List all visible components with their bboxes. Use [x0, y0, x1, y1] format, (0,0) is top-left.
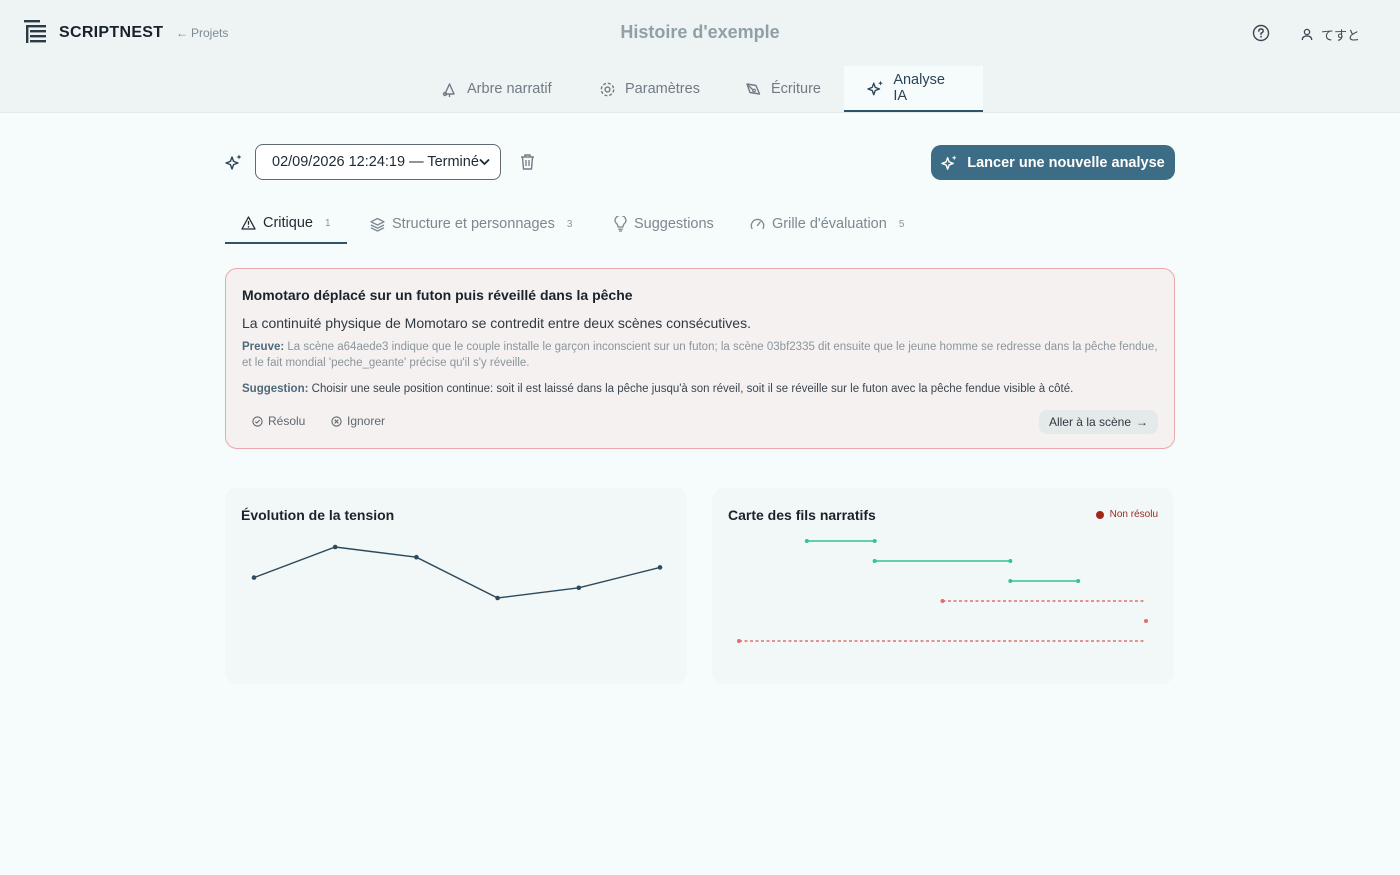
trash-icon[interactable] [519, 153, 536, 171]
subtab-count: 5 [898, 218, 905, 230]
ignore-label: Ignorer [347, 414, 386, 428]
tension-point [495, 595, 500, 601]
thread-point [1144, 619, 1148, 623]
go-to-scene-button[interactable]: Aller à la scène → [1039, 410, 1158, 434]
thread-end-point [872, 539, 877, 543]
tree-icon [442, 82, 455, 97]
user-icon [1301, 28, 1313, 41]
sparkle-icon [867, 80, 883, 96]
subtab-critique[interactable]: Critique 1 [225, 204, 347, 244]
proof-label: Preuve: [242, 341, 285, 353]
gauge-icon [750, 218, 765, 229]
run-new-analysis-button[interactable]: Lancer une nouvelle analyse [931, 145, 1175, 180]
thread-end-point [1008, 559, 1013, 563]
tension-line [253, 546, 661, 599]
thread-start-point [872, 559, 877, 563]
analysis-run-select[interactable]: 02/09/2026 12:24:19 — Terminé [255, 144, 501, 180]
tension-point [657, 565, 663, 570]
tab-label: Analyse IA [893, 72, 945, 104]
tension-chart [251, 544, 663, 601]
suggestion-label: Suggestion: [242, 383, 309, 395]
tension-point [251, 575, 257, 580]
tension-point [332, 544, 338, 550]
user-name: てすと [1321, 28, 1361, 43]
tension-point [576, 585, 582, 591]
proof-text: La scène a64aede3 indique que le couple … [242, 341, 1158, 369]
thread-start-point [1008, 579, 1013, 583]
subtab-suggestions[interactable]: Suggestions [598, 204, 730, 244]
subtab-label: Structure et personnages [392, 216, 555, 232]
tab-arbre-narratif[interactable]: Arbre narratif [418, 66, 575, 112]
chevron-down-icon [479, 158, 490, 166]
sparkle-icon [941, 155, 957, 170]
user-menu-button[interactable]: てすと [1301, 25, 1360, 44]
tab-label: Paramètres [625, 81, 700, 97]
lightbulb-icon [614, 216, 627, 232]
thread-start-point [737, 639, 741, 643]
thread-end-point [1076, 579, 1081, 583]
help-icon[interactable] [1252, 24, 1270, 42]
warning-icon [241, 216, 256, 230]
tab-parametres[interactable]: Paramètres [576, 66, 723, 112]
tab-analyse-ia[interactable]: Analyse IA [844, 66, 983, 112]
run-button-label: Lancer une nouvelle analyse [967, 154, 1165, 171]
tab-ecriture[interactable]: Écriture [722, 66, 844, 112]
goto-label: Aller à la scène [1048, 415, 1132, 429]
threads-chart [737, 539, 1148, 643]
subtab-label: Suggestions [634, 216, 714, 232]
page-title: Histoire d'exemple [620, 22, 780, 42]
pen-icon [746, 82, 761, 95]
resolve-button[interactable]: Résolu [252, 414, 305, 428]
issue-title: Momotaro déplacé sur un futon puis révei… [242, 287, 633, 303]
subtab-label: Critique [263, 215, 313, 231]
gear-icon [600, 82, 615, 96]
check-circle-icon [252, 415, 263, 427]
layers-icon [370, 217, 385, 232]
subtab-count: 3 [566, 218, 573, 230]
main-tab-bar: Arbre narratif Paramètres Écriture Analy… [0, 66, 1400, 113]
subtab-structure-personnages[interactable]: Structure et personnages 3 [354, 204, 588, 244]
arrow-right-icon: → [1136, 415, 1149, 429]
tension-chart-panel: Évolution de la tension [225, 488, 687, 684]
tension-point [414, 554, 419, 560]
thread-start-point [940, 599, 945, 603]
issue-card: Momotaro déplacé sur un futon puis révei… [225, 268, 1175, 449]
subtab-label: Grille d'évaluation [772, 216, 887, 232]
subtab-grille-evaluation[interactable]: Grille d'évaluation 5 [734, 204, 920, 244]
issue-proof: Preuve: La scène a64aede3 indique que le… [242, 340, 1162, 371]
sparkle-icon [225, 154, 242, 170]
issue-suggestion: Suggestion: Choisir une seule position c… [242, 383, 1162, 395]
top-bar: SCRIPTNEST ← Projets Histoire d'exemple … [0, 0, 1400, 66]
thread-start-point [804, 539, 809, 543]
selected-run-value: 02/09/2026 12:24:19 — Terminé [272, 154, 479, 170]
ignore-button[interactable]: Ignorer [331, 414, 385, 428]
subtab-count: 1 [324, 217, 331, 229]
resolve-label: Résolu [268, 414, 306, 428]
x-circle-icon [331, 415, 342, 427]
tab-label: Arbre narratif [467, 81, 552, 97]
issue-description: La continuité physique de Momotaro se co… [242, 315, 751, 331]
tab-label: Écriture [771, 81, 821, 97]
suggestion-text: Choisir une seule position continue: soi… [311, 383, 1074, 395]
threads-chart-panel: Carte des fils narratifs Non résolu [712, 488, 1174, 684]
